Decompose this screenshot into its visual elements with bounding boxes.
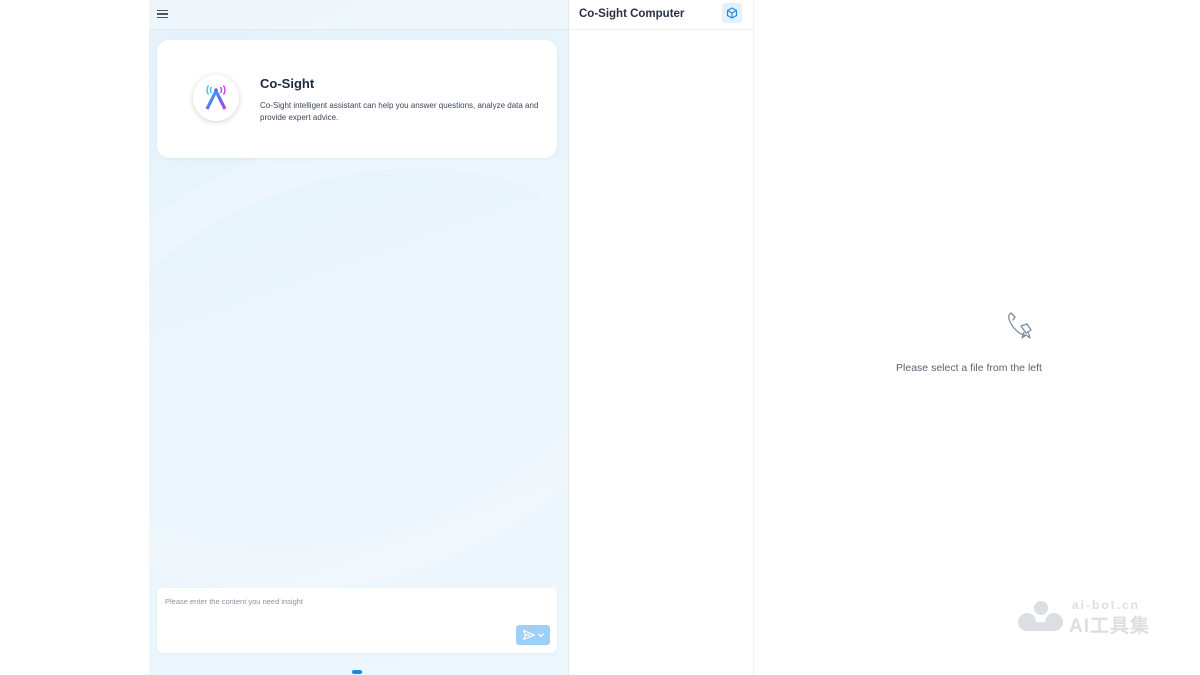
send-button[interactable]	[516, 625, 550, 645]
chat-input[interactable]	[163, 595, 507, 629]
hamburger-menu-icon[interactable]	[155, 6, 171, 22]
assistant-title: Co-Sight	[260, 76, 315, 91]
chat-input-box	[157, 588, 557, 653]
cube-button[interactable]	[722, 3, 742, 23]
watermark-logo-icon	[1018, 601, 1063, 631]
watermark-domain: ai-bot.cn	[1072, 598, 1140, 612]
chat-pane: Co-Sight Co-Sight intelligent assistant …	[149, 0, 569, 675]
co-sight-logo-icon	[193, 75, 239, 121]
cube-icon	[726, 7, 738, 19]
empty-state-message: Please select a file from the left	[896, 362, 1042, 374]
assistant-intro-card: Co-Sight Co-Sight intelligent assistant …	[157, 40, 557, 158]
assistant-description: Co-Sight intelligent assistant can help …	[260, 101, 539, 122]
watermark: ai-bot.cn AI工具集	[1017, 598, 1167, 637]
document-pen-icon	[1008, 312, 1032, 339]
computer-title: Co-Sight Computer	[579, 8, 685, 20]
watermark-brand: AI工具集	[1069, 616, 1151, 637]
computer-header: Co-Sight Computer	[569, 0, 753, 30]
scroll-indicator[interactable]	[352, 670, 362, 674]
send-arrow-icon	[522, 629, 536, 641]
chat-topbar	[149, 0, 568, 30]
computer-pane: Co-Sight Computer	[569, 0, 754, 675]
chevron-down-icon	[538, 633, 544, 638]
